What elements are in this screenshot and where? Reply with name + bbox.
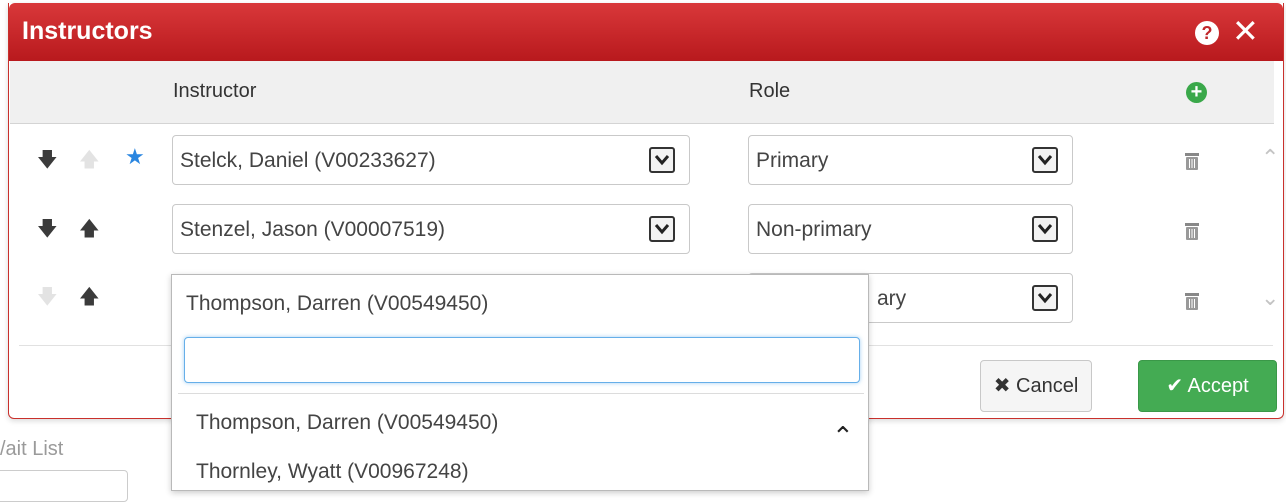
primary-star-icon[interactable]: ★ xyxy=(125,146,145,168)
dropdown-divider xyxy=(178,393,864,394)
accept-button[interactable]: ✔ Accept xyxy=(1138,360,1277,412)
chevron-up-icon[interactable]: ⌃ xyxy=(832,421,854,452)
role-select-value: Primary xyxy=(756,149,829,172)
column-header-role: Role xyxy=(749,80,791,102)
instructor-select[interactable]: Stelck, Daniel (V00233627) xyxy=(172,135,690,185)
instructor-select-value: Stelck, Daniel (V00233627) xyxy=(180,149,436,172)
close-icon[interactable]: ✕ xyxy=(1232,15,1259,47)
cancel-button[interactable]: ✖ Cancel xyxy=(980,360,1092,412)
role-select[interactable]: Non-primary xyxy=(748,204,1073,254)
column-header-instructor: Instructor xyxy=(173,80,257,102)
chevron-down-icon[interactable]: ⌄ xyxy=(1261,285,1279,311)
accept-button-label: Accept xyxy=(1187,375,1249,397)
move-down-arrow-icon[interactable]: 🡇 xyxy=(37,150,58,170)
chevron-down-icon xyxy=(1032,285,1058,311)
add-instructor-icon[interactable]: + xyxy=(1186,82,1207,103)
role-select[interactable]: Primary xyxy=(748,135,1073,185)
table-header: Instructor Role + xyxy=(10,61,1274,124)
instructor-select[interactable]: Stenzel, Jason (V00007519) xyxy=(172,204,690,254)
dropdown-search-input[interactable] xyxy=(184,337,860,383)
trash-icon[interactable] xyxy=(1184,151,1200,171)
wait-list-input[interactable] xyxy=(0,470,128,502)
instructor-dropdown[interactable]: Thompson, Darren (V00549450) Thompson, D… xyxy=(171,274,869,491)
dialog-titlebar: Instructors ? ✕ xyxy=(9,3,1283,61)
check-icon: ✔ xyxy=(1166,375,1184,397)
help-icon[interactable]: ? xyxy=(1195,21,1219,45)
close-icon: ✖ xyxy=(993,375,1011,397)
dropdown-selected-value[interactable]: Thompson, Darren (V00549450) xyxy=(186,292,488,316)
chevron-down-icon xyxy=(1032,147,1058,173)
chevron-up-icon[interactable]: ⌃ xyxy=(1261,145,1279,171)
dialog-title: Instructors xyxy=(22,17,153,45)
chevron-down-icon xyxy=(1032,216,1058,242)
role-select-value: ary xyxy=(877,287,907,310)
move-down-arrow-icon[interactable]: 🡇 xyxy=(37,219,58,239)
move-up-arrow-icon: 🡅 xyxy=(79,149,100,171)
trash-icon[interactable] xyxy=(1184,291,1200,311)
chevron-down-icon xyxy=(649,216,675,242)
dropdown-option[interactable]: Thompson, Darren (V00549450) xyxy=(196,411,498,435)
role-select-value: Non-primary xyxy=(756,218,872,241)
trash-icon[interactable] xyxy=(1184,221,1200,241)
dropdown-option[interactable]: Thornley, Wyatt (V00967248) xyxy=(196,460,469,484)
wait-list-label: /ait List xyxy=(0,438,64,460)
move-down-arrow-icon: 🡇 xyxy=(37,286,58,308)
chevron-down-icon xyxy=(649,147,675,173)
move-up-arrow-icon[interactable]: 🡅 xyxy=(79,287,100,307)
cancel-button-label: Cancel xyxy=(1016,375,1079,397)
instructor-select-value: Stenzel, Jason (V00007519) xyxy=(180,218,446,241)
move-up-arrow-icon[interactable]: 🡅 xyxy=(79,219,100,239)
